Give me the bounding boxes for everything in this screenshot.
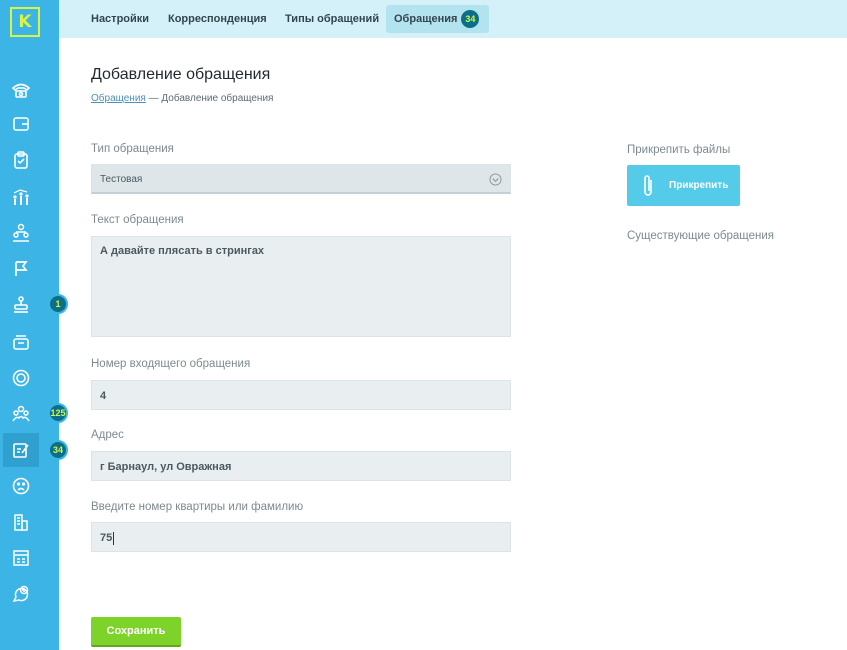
address-input[interactable]: г Барнаул, ул Овражная — [91, 451, 511, 481]
breadcrumb-separator: — — [148, 93, 159, 104]
paperclip-icon — [644, 174, 652, 196]
tab-request-types[interactable]: Типы обращений — [277, 5, 387, 33]
number-input[interactable]: 4 — [91, 380, 511, 410]
attach-button[interactable]: Прикрепить — [627, 165, 740, 206]
number-label: Номер входящего обращения — [91, 358, 251, 370]
text-label: Текст обращения — [91, 214, 184, 226]
apartment-label: Введите номер квартиры или фамилию — [91, 501, 304, 513]
group-badge: 125 — [48, 403, 68, 423]
list-icon[interactable] — [3, 541, 39, 575]
top-nav: Настройки Корреспонденция Типы обращений… — [59, 0, 847, 38]
wallet-icon[interactable] — [3, 107, 39, 141]
apartment-value: 75 — [100, 532, 113, 544]
stamp-icon[interactable] — [3, 288, 39, 322]
text-textarea[interactable]: А давайте плясать в стрингах — [91, 236, 511, 337]
tab-requests-label: Обращения — [394, 13, 458, 25]
attach-button-label: Прикрепить — [669, 180, 729, 191]
chart-people-icon[interactable] — [3, 180, 39, 214]
phone-icon[interactable] — [3, 73, 39, 107]
edit-badge: 34 — [48, 440, 68, 460]
flag-icon[interactable] — [3, 252, 39, 286]
tab-settings[interactable]: Настройки — [83, 5, 157, 33]
page-title: Добавление обращения — [91, 66, 271, 83]
type-select[interactable]: Тестовая — [91, 164, 511, 194]
stamp-badge: 1 — [48, 294, 68, 314]
sidebar: K 1 125 34 — [0, 0, 68, 650]
logo[interactable]: K — [10, 7, 40, 37]
buildings-icon[interactable] — [3, 505, 39, 539]
tab-requests-badge: 34 — [461, 10, 480, 29]
breadcrumb: Обращения — Добавление обращения — [91, 93, 273, 104]
clipboard-icon[interactable] — [3, 143, 39, 177]
breadcrumb-current: Добавление обращения — [161, 93, 274, 104]
sad-face-icon[interactable] — [3, 469, 39, 503]
tab-correspondence[interactable]: Корреспонденция — [160, 5, 275, 33]
save-button[interactable]: Сохранить — [91, 617, 181, 647]
address-label: Адрес — [91, 429, 124, 441]
coin-icon[interactable] — [3, 361, 39, 395]
edit-icon[interactable] — [3, 433, 39, 467]
existing-requests-label: Существующие обращения — [627, 230, 775, 242]
attach-label: Прикрепить файлы — [627, 144, 731, 156]
org-icon[interactable] — [3, 216, 39, 250]
text-caret — [113, 531, 115, 545]
apartment-input[interactable]: 75 — [91, 522, 511, 552]
type-select-value: Тестовая — [100, 174, 143, 185]
group-icon[interactable] — [3, 397, 39, 431]
breadcrumb-link[interactable]: Обращения — [91, 93, 146, 104]
chevron-down-icon — [489, 173, 502, 186]
logo-letter: K — [18, 12, 32, 32]
archive-icon[interactable] — [3, 325, 39, 359]
type-label: Тип обращения — [91, 143, 174, 155]
chat-plus-icon[interactable] — [3, 577, 39, 611]
tab-requests[interactable]: Обращения 34 — [386, 5, 489, 33]
